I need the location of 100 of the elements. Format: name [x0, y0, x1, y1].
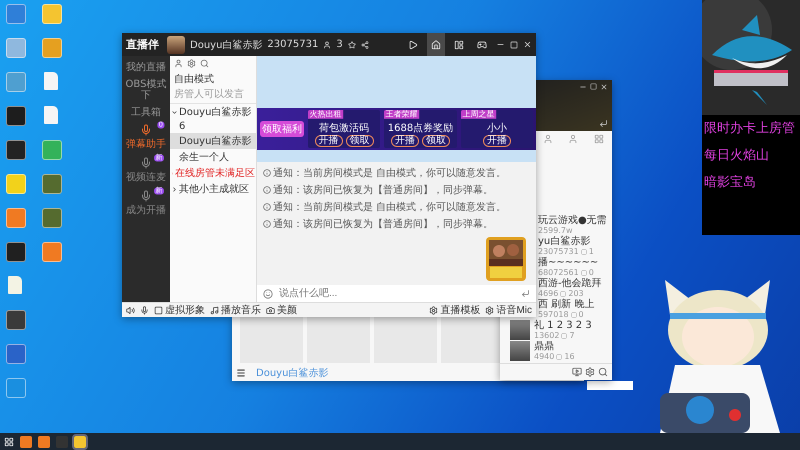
card-button[interactable]: 领取: [346, 135, 374, 147]
app-icon[interactable]: [6, 106, 26, 126]
room-tree-item[interactable]: 其他小主成就区: [170, 181, 256, 197]
user-icon[interactable]: [174, 59, 183, 68]
room-tree-item[interactable]: Douyu白鲨赤影: [170, 104, 256, 120]
mode-dropdown[interactable]: 自由模式: [170, 71, 256, 87]
emoji-icon[interactable]: [263, 288, 273, 298]
streamer-name: Douyu白鲨赤影: [190, 38, 262, 52]
settings-icon[interactable]: [585, 367, 595, 377]
grid-icon[interactable]: [594, 134, 604, 144]
close-icon[interactable]: [600, 83, 608, 91]
square-icon: [561, 332, 568, 338]
card-button[interactable]: 领取: [422, 135, 450, 147]
mode-hint: 房管人可以发言: [170, 87, 256, 104]
menu-icon[interactable]: [236, 368, 246, 378]
search-icon[interactable]: [200, 59, 209, 68]
caret-icon[interactable]: [171, 108, 178, 116]
comment-count: 0: [588, 268, 594, 277]
settings-icon: [429, 306, 438, 314]
enter-icon[interactable]: [599, 119, 608, 128]
overlay-text: 每日火焰山: [703, 147, 770, 165]
settings-icon[interactable]: [187, 59, 196, 68]
room-tree-item[interactable]: Douyu白鲨赤影: [170, 133, 256, 149]
card-button[interactable]: 开播: [482, 135, 511, 147]
speaker-icon[interactable]: [126, 306, 135, 314]
settings-icon: [485, 306, 494, 314]
microphone-icon[interactable]: [140, 306, 149, 314]
user-icon[interactable]: [542, 134, 553, 144]
room-tree-item[interactable]: 6: [170, 120, 256, 133]
card-tag: 上周之星: [460, 110, 496, 119]
chat-input-field[interactable]: 说点什么吧...: [277, 287, 517, 300]
chat-input-box[interactable]: 说点什么吧...: [257, 285, 536, 302]
maximize-icon[interactable]: [590, 83, 597, 90]
search-icon[interactable]: [598, 367, 608, 377]
game-icon: [477, 40, 487, 50]
taskbar-app-icon[interactable]: [20, 436, 32, 448]
play-icon[interactable]: [572, 367, 582, 377]
room-title: 鼎鼎: [534, 341, 555, 352]
room-tree-item[interactable]: 余生一个人: [170, 149, 256, 165]
overlay-text: 暗影宝岛: [703, 174, 757, 192]
room-title: 玩云游戏●无需: [538, 215, 607, 226]
taskbar-app-icon[interactable]: [38, 436, 50, 448]
toolbar-button[interactable]: 直播模板: [429, 303, 480, 317]
start-icon[interactable]: [4, 436, 14, 446]
enter-icon[interactable]: [521, 289, 530, 298]
notice-text: 通知：当前房间模式是 自由模式，你可以随意发言。: [273, 200, 506, 214]
comment-count: 203: [568, 289, 584, 298]
home-icon: [431, 40, 441, 50]
app-icon[interactable]: [42, 208, 62, 228]
streamer-avatar: [167, 36, 185, 54]
info-icon: [263, 186, 271, 194]
viewer-count: 13602: [534, 331, 560, 340]
square-icon: [570, 312, 577, 318]
card-tag: 王者荣耀: [384, 110, 420, 119]
toolbar-button[interactable]: 播放音乐: [210, 303, 261, 317]
app-icon[interactable]: [6, 344, 26, 364]
overlay-text: 限时办卡上房管: [703, 120, 796, 138]
app-icon[interactable]: [42, 174, 62, 194]
card-tag: 火热出租: [308, 110, 344, 119]
share-icon[interactable]: [360, 40, 369, 48]
card-button[interactable]: 开播: [390, 135, 419, 147]
notice-text: 通知：该房间已恢复为【普通房间】，同步弹幕。: [273, 184, 493, 197]
square-icon: [556, 354, 562, 360]
user-icon: [323, 40, 332, 48]
room-tree-item[interactable]: 在线房管未满足区: [170, 165, 256, 181]
comment-count: 7: [569, 331, 575, 340]
card-title: 小小: [486, 122, 507, 134]
toolbar-button[interactable]: 语音Mic: [485, 303, 532, 317]
room-title: 礼 1 2 3 2 3: [534, 320, 592, 331]
viewer-count: 23075731: [538, 247, 579, 256]
notice-text: 通知：该房间已恢复为【普通房间】，同步弹幕。: [273, 218, 493, 231]
app-icon[interactable]: [6, 310, 26, 330]
card-button[interactable]: 开播: [314, 135, 343, 147]
comment-count: 16: [564, 352, 575, 361]
star-icon[interactable]: [348, 40, 356, 48]
taskbar-app-icon[interactable]: [74, 436, 86, 448]
camera-icon: [266, 306, 275, 314]
app-icon[interactable]: [6, 140, 26, 160]
caret-icon[interactable]: [171, 186, 178, 192]
toolbar-button[interactable]: 虚拟形象: [154, 303, 205, 317]
viewer-count: 68072561: [538, 268, 579, 277]
maximize-icon[interactable]: [510, 40, 518, 48]
rail-label: OBS模式下: [124, 79, 168, 101]
square-icon: [580, 248, 587, 254]
square-icon: [560, 290, 566, 296]
notice-text: 通知：当前房间模式是 自由模式，你可以随意发言。: [273, 166, 506, 180]
info-icon: [263, 220, 271, 228]
square-icon: [580, 270, 587, 276]
microphone-icon: [140, 157, 152, 169]
nav-tab[interactable]: [427, 33, 445, 56]
music-icon: [210, 306, 219, 314]
toolbar-button[interactable]: 美颜: [266, 303, 297, 317]
comment-count: 0: [578, 310, 584, 319]
room-title: 西 刷新 晚上: [538, 299, 594, 310]
room-id: 23075731: [267, 39, 318, 50]
square-icon: [154, 306, 163, 314]
app-icon[interactable]: [6, 242, 26, 262]
close-icon[interactable]: [523, 40, 532, 49]
user-icon[interactable]: [568, 134, 578, 144]
info-icon: [263, 169, 271, 177]
